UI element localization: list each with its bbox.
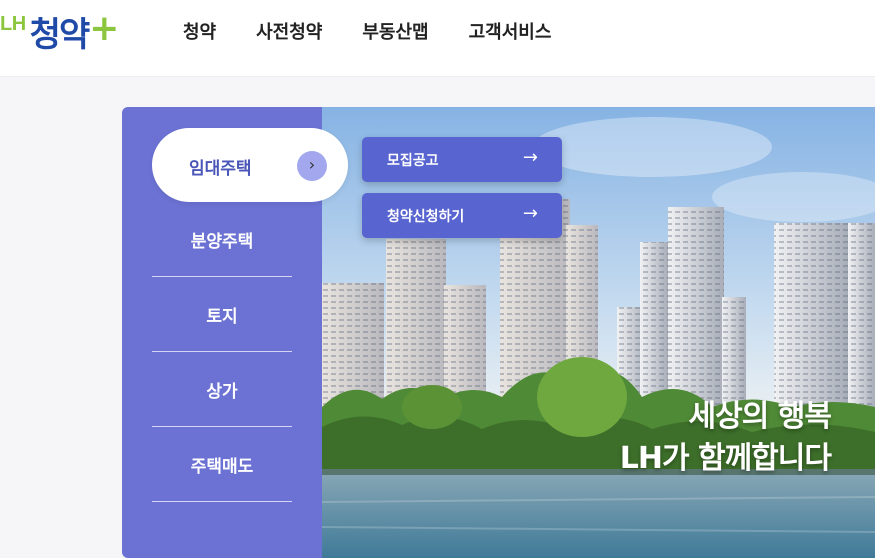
sidebar-item-label: 주택매도 bbox=[190, 457, 254, 477]
sidebar-item-land[interactable]: 토지 bbox=[152, 277, 292, 352]
sidebar-item-label: 토지 bbox=[206, 307, 238, 327]
hero-headline: 세상의 행복 LH가 함께합니다 bbox=[619, 396, 832, 480]
logo-lh-text: LH bbox=[0, 12, 26, 35]
chevron-right-icon: › bbox=[297, 151, 327, 181]
logo-main-text: 청약 bbox=[29, 14, 91, 55]
logo-plus-icon: + bbox=[89, 7, 120, 49]
hero-line-2: LH가 함께합니다 bbox=[619, 441, 832, 476]
main-nav: 청약 사전청약 부동산맵 고객서비스 bbox=[183, 18, 551, 44]
nav-item-cheongyak[interactable]: 청약 bbox=[183, 18, 216, 44]
top-header: LH 청약 + 청약 사전청약 부동산맵 고객서비스 bbox=[0, 0, 875, 77]
sidebar-divider bbox=[152, 501, 292, 502]
arrow-right-icon: → bbox=[522, 203, 538, 224]
recruitment-notice-label: 모집공고 bbox=[387, 153, 439, 169]
nav-item-pre-cheongyak[interactable]: 사전청약 bbox=[256, 18, 322, 44]
sidebar-item-label: 상가 bbox=[206, 382, 238, 402]
sidebar-item-rental-housing[interactable]: 임대주택 › bbox=[152, 128, 348, 202]
apply-subscription-button[interactable]: 청약신청하기 → bbox=[362, 193, 562, 238]
lh-cheongyak-logo[interactable]: LH 청약 + bbox=[0, 6, 119, 56]
nav-item-realestate-map[interactable]: 부동산맵 bbox=[362, 18, 428, 44]
sidebar-item-house-sale[interactable]: 주택매도 bbox=[152, 427, 292, 502]
sidebar-item-commercial[interactable]: 상가 bbox=[152, 352, 292, 427]
sidebar-item-label: 분양주택 bbox=[190, 232, 254, 252]
nav-item-customer-service[interactable]: 고객서비스 bbox=[469, 18, 552, 44]
sidebar-active-label: 임대주택 bbox=[189, 159, 252, 179]
recruitment-notice-button[interactable]: 모집공고 → bbox=[362, 137, 562, 182]
arrow-right-icon: → bbox=[522, 147, 538, 168]
sidebar-menu: 임대주택 › 분양주택 토지 상가 주택매도 bbox=[122, 107, 348, 558]
sidebar-item-sale-housing[interactable]: 분양주택 bbox=[152, 202, 292, 277]
apply-subscription-label: 청약신청하기 bbox=[387, 209, 465, 225]
hero-line-1: 세상의 행복 bbox=[688, 399, 832, 434]
